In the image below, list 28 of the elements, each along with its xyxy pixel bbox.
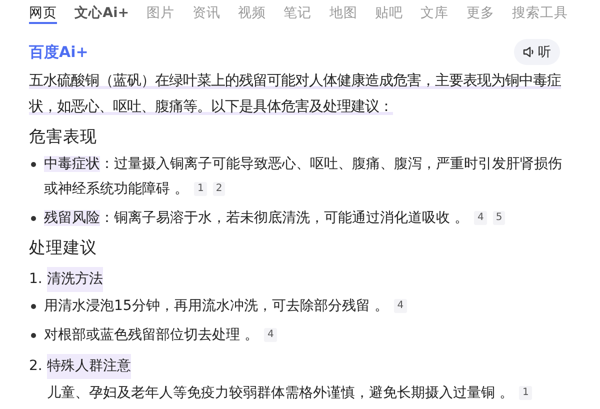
section-heading: 处理建议: [29, 237, 98, 259]
list-text: 中毒症状：过量摄入铜离子可能导致恶心、呕吐、腹痛、腹泻，严重时引发肝肾损伤或神经系统功能障碍 。 1 2: [44, 155, 563, 199]
citation-link[interactable]: 1: [519, 386, 532, 400]
list-text: 用清水浸泡15分钟，再用流水冲洗，可去除部分残留 。 4: [44, 294, 407, 319]
list-number: 1.: [29, 270, 44, 289]
citation-link[interactable]: 2: [212, 182, 226, 196]
bullet-icon: [31, 304, 36, 309]
bullet-icon: [31, 216, 36, 221]
citation-link[interactable]: 4: [474, 211, 487, 226]
citation-link[interactable]: 4: [264, 328, 277, 342]
citation-link[interactable]: 4: [394, 299, 407, 314]
list-heading: 特殊人群注意: [47, 354, 131, 379]
list-text: 对根部或蓝色残留部位切去处理 。 4: [44, 323, 277, 348]
citation-link[interactable]: 5: [492, 211, 506, 226]
citation-link[interactable]: 1: [194, 182, 207, 196]
list-text: 残留风险：铜离子易溶于水，若未彻底清洗，可能通过消化道吸收 。 4 5: [44, 206, 506, 231]
list-heading: 清洗方法: [47, 267, 103, 292]
speaker-icon: [523, 46, 535, 58]
list-text: 儿童、孕妇及老年人等免疫力较弱群体需格外谨慎，避免长期摄入过量铜 。 1: [47, 381, 532, 406]
listen-button[interactable]: 听: [514, 39, 560, 65]
list-number: 2.: [29, 357, 44, 376]
section-heading: 危害表现: [29, 126, 98, 148]
summary-text: 五水硫酸铜（蓝矾）在绿叶菜上的残留可能对人体健康造成危害，主要表现为铜中毒症状，如恶心、呕吐、腹痛等。以下是具体危害及处理建议：: [29, 72, 562, 117]
bullet-icon: [31, 333, 36, 338]
search-tab[interactable]: 网页: [29, 4, 57, 24]
bullet-icon: [31, 162, 36, 167]
search-tab[interactable]: 文心Ai+: [74, 4, 130, 30]
ai-logo: 百度Ai+: [29, 42, 88, 62]
